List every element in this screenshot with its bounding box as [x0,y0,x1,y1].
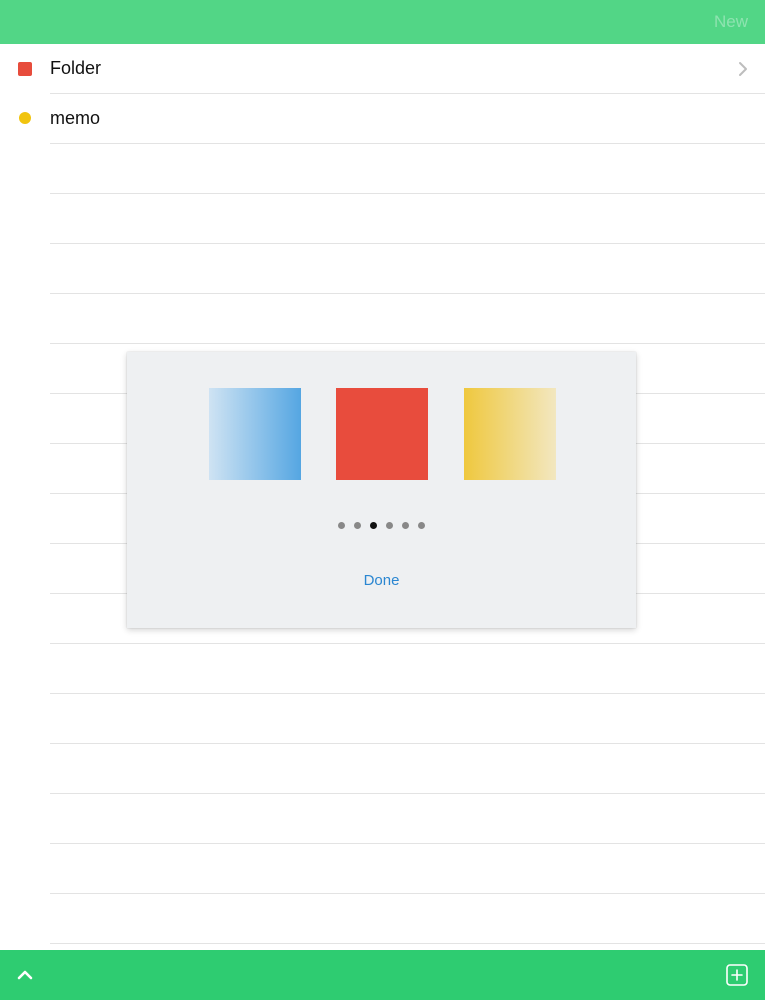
list-item-memo[interactable]: memo [0,94,765,144]
color-picker-popup: Done [127,352,636,628]
empty-row [0,844,765,894]
list-item-label: Folder [50,58,102,78]
new-button[interactable]: New [714,12,748,32]
page-dot[interactable] [338,522,345,529]
empty-row [0,144,765,194]
page-dot[interactable] [386,522,393,529]
list-item-folder[interactable]: Folder [0,44,765,94]
empty-row [0,194,765,244]
bottom-toolbar [0,950,765,1000]
empty-row [0,894,765,944]
empty-row [0,694,765,744]
add-square-icon[interactable] [725,963,749,987]
app-window: New Folder memo Done [0,0,765,1000]
page-dot[interactable] [354,522,361,529]
page-dot[interactable] [418,522,425,529]
empty-row [0,744,765,794]
swatch-yellow[interactable] [464,388,556,480]
swatch-red[interactable] [336,388,428,480]
chevron-up-icon[interactable] [14,964,36,986]
empty-row [0,794,765,844]
empty-row [0,294,765,344]
list-item-label: memo [50,108,101,128]
empty-row [0,644,765,694]
done-button[interactable]: Done [127,572,636,589]
folder-square-icon [18,62,32,76]
chevron-right-icon [739,62,747,76]
top-navigation-bar: New [0,0,765,44]
memo-dot-icon [19,112,31,124]
page-indicator [127,522,636,530]
page-dot[interactable] [402,522,409,529]
row-divider [50,943,765,944]
empty-row [0,244,765,294]
swatch-blue[interactable] [209,388,301,480]
page-dot-active[interactable] [370,522,377,529]
